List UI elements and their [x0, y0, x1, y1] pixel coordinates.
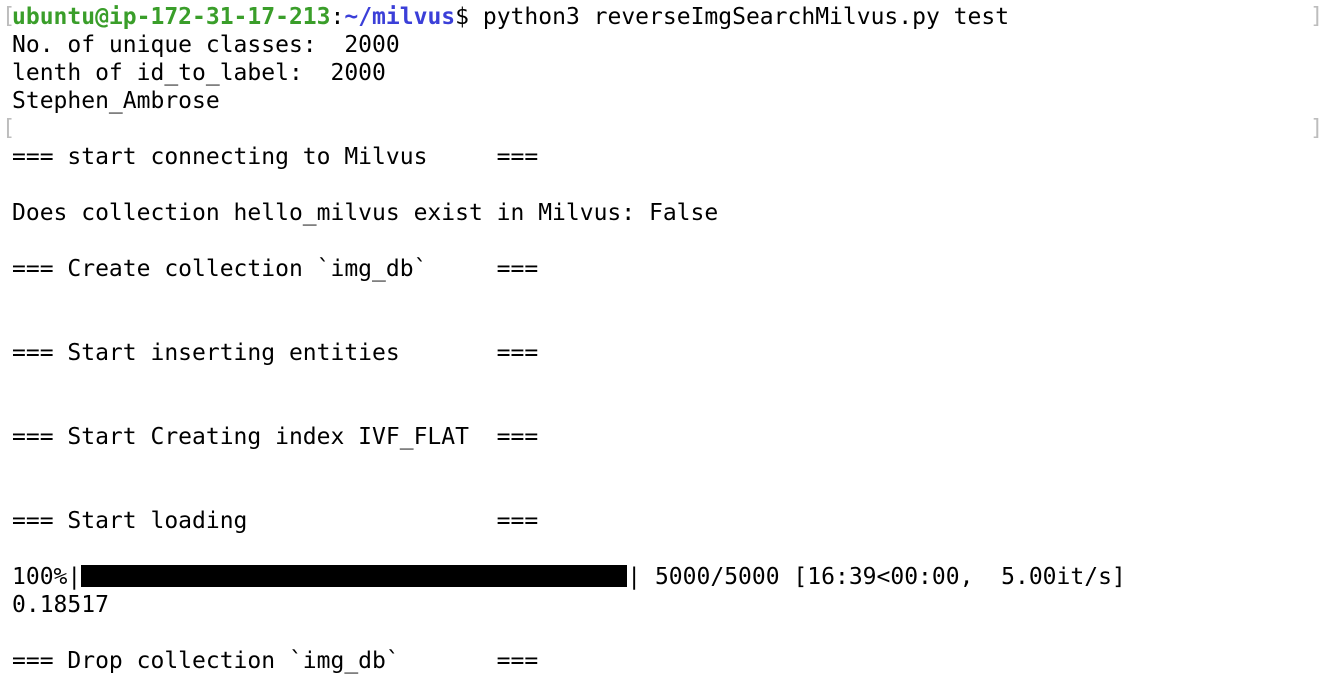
prompt-symbol: $ [455, 4, 469, 30]
progress-bar-fill [81, 565, 628, 587]
progress-percent: 100% [12, 564, 68, 590]
output-line-inserting: === Start inserting entities === [12, 340, 539, 366]
output-line-classes: No. of unique classes: 2000 [12, 32, 400, 58]
prompt-colon: : [330, 4, 345, 30]
prompt-user-host: ubuntu@ip-172-31-17-213 [12, 4, 331, 30]
progress-line: 100%| | 5000/5000 [16:39<00:00, 5.00it/s] [12, 563, 1126, 591]
output-line-label: Stephen_Ambrose [12, 88, 220, 114]
progress-pipe-right: | [627, 564, 642, 590]
output-line-connecting: === start connecting to Milvus === [12, 144, 539, 170]
terminal-window[interactable]: [ ] ubuntu@ip-172-31-17-213:~/milvus$ py… [0, 0, 1322, 684]
output-line-id-to-label: lenth of id_to_label: 2000 [12, 60, 386, 86]
selection-bracket-left: [ [2, 116, 16, 141]
progress-stats: 5000/5000 [16:39<00:00, 5.00it/s] [641, 564, 1126, 590]
selection-bracket-right: ] [1310, 4, 1322, 29]
output-line-creating-index: === Start Creating index IVF_FLAT === [12, 424, 539, 450]
progress-pipe-left: | [67, 564, 82, 590]
prompt-line: ubuntu@ip-172-31-17-213:~/milvus$ python… [12, 3, 1009, 31]
command-text: python3 reverseImgSearchMilvus.py test [482, 4, 1010, 30]
output-line-collection-exists: Does collection hello_milvus exist in Mi… [12, 200, 719, 226]
output-line-loading: === Start loading === [12, 508, 539, 534]
output-line-create-collection: === Create collection `img_db` === [12, 256, 539, 282]
output-line-result: 0.18517 [12, 592, 109, 618]
prompt-path: ~/milvus [344, 4, 456, 30]
output-line-drop-collection: === Drop collection `img_db` === [12, 648, 539, 674]
selection-bracket-right: ] [1310, 116, 1322, 141]
